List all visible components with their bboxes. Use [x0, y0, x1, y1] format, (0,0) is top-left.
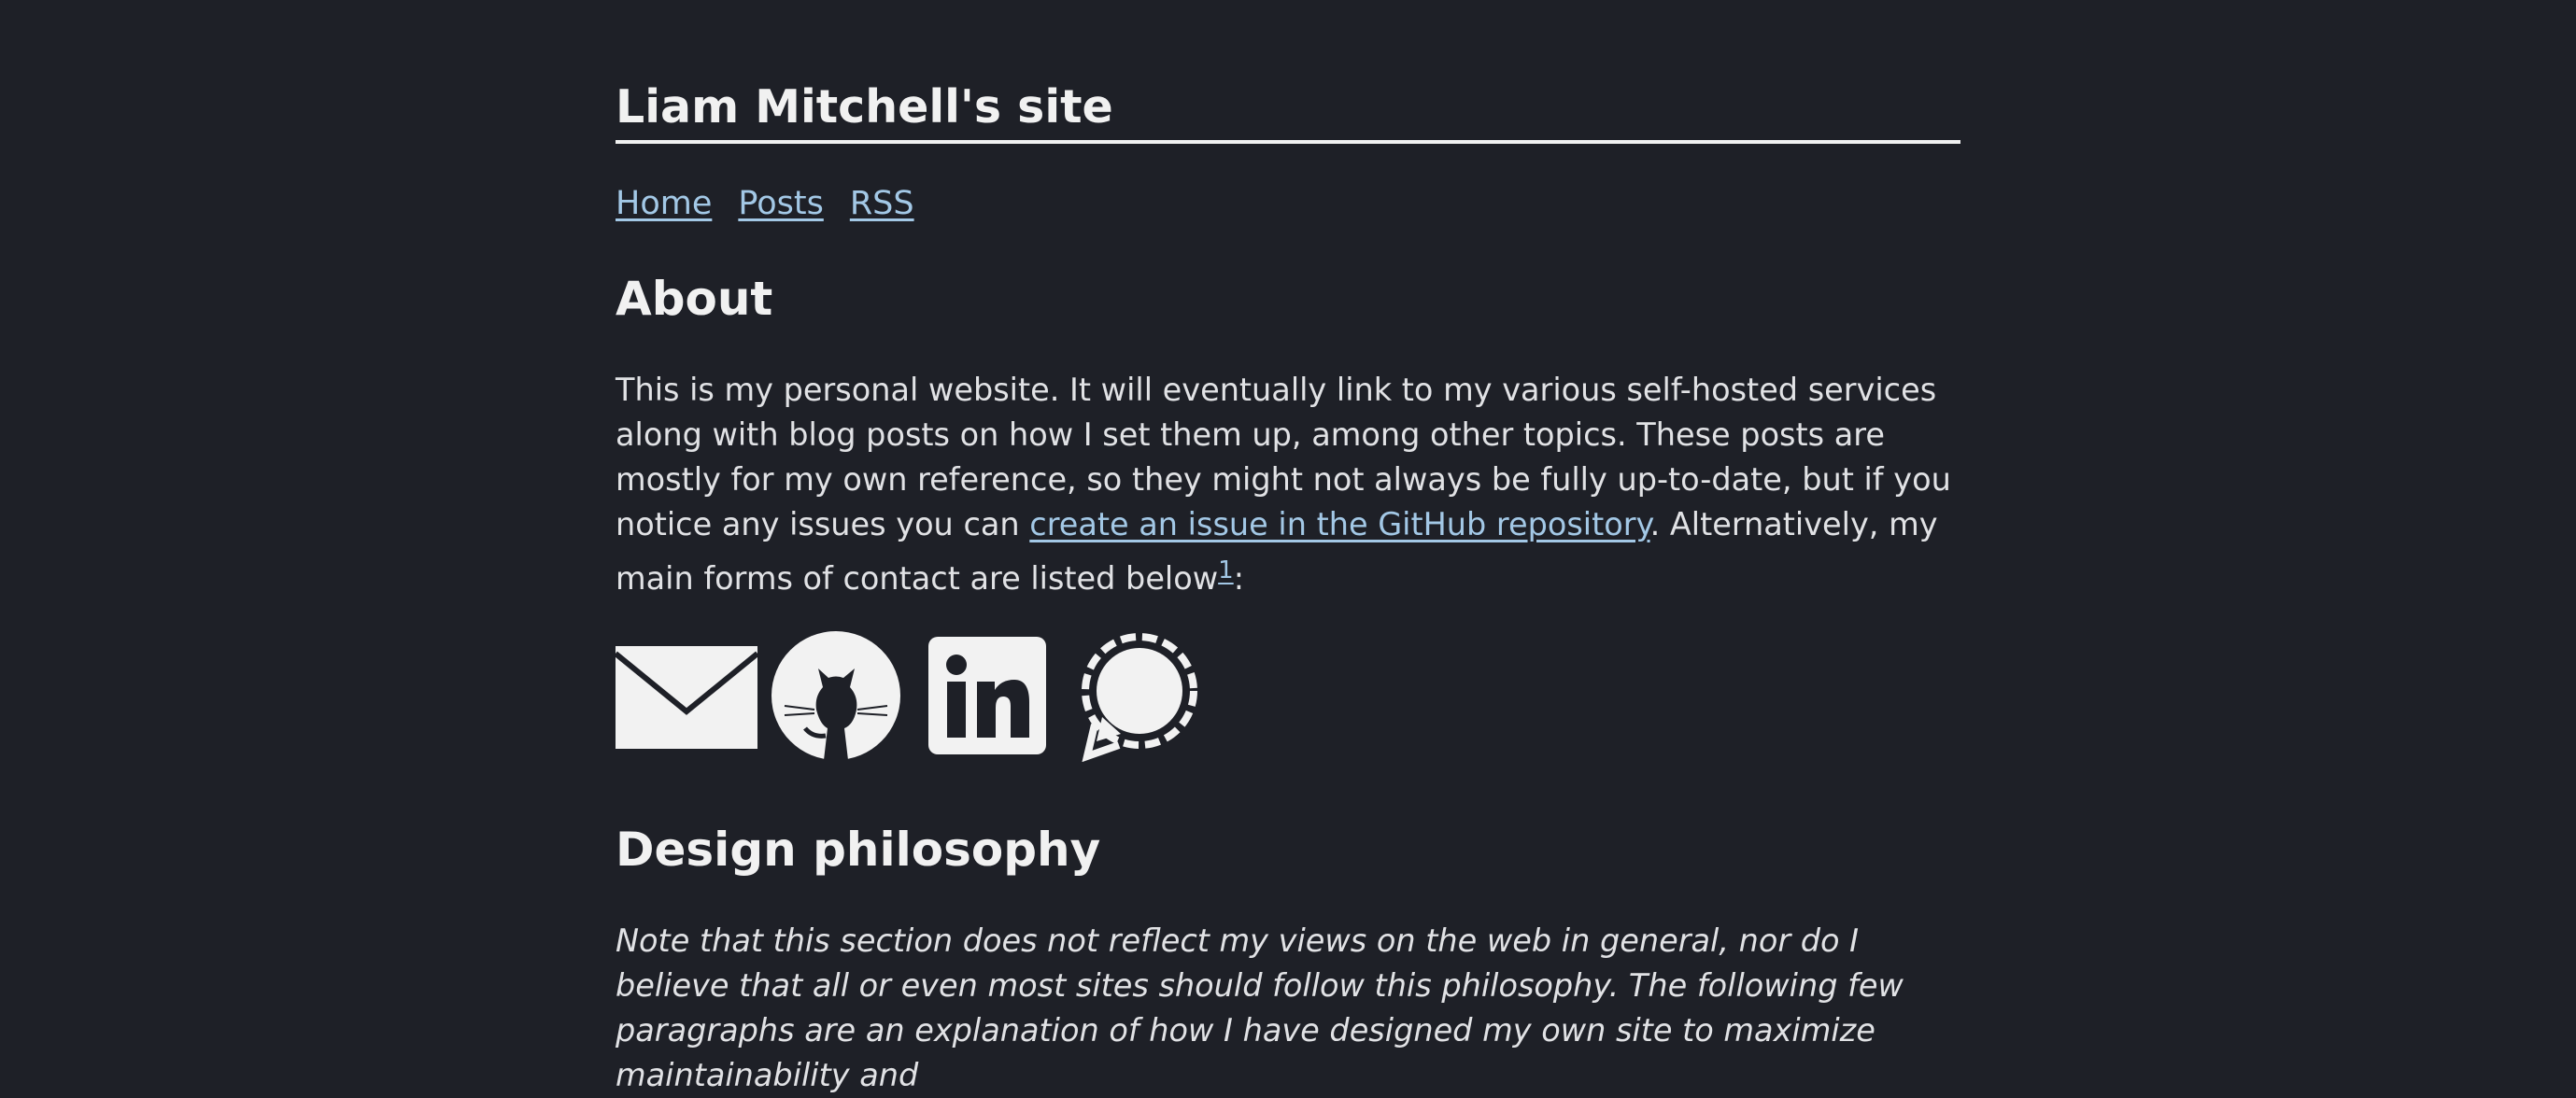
- nav-rss-link[interactable]: RSS: [850, 185, 914, 222]
- signal-icon[interactable]: [1076, 631, 1203, 766]
- footnote-link[interactable]: 1: [1218, 556, 1234, 584]
- main-nav: Home Posts RSS: [616, 182, 941, 225]
- github-icon[interactable]: [771, 631, 900, 764]
- linkedin-icon[interactable]: [928, 637, 1046, 758]
- about-heading: About: [616, 272, 773, 326]
- github-issue-link[interactable]: create an issue in the GitHub repository: [1029, 506, 1649, 542]
- footnote-ref: 1: [1218, 554, 1234, 584]
- nav-home-link[interactable]: Home: [616, 185, 712, 222]
- about-text-end: :: [1233, 560, 1244, 598]
- design-philosophy-heading: Design philosophy: [616, 823, 1101, 877]
- about-paragraph: This is my personal website. It will eve…: [616, 368, 1960, 601]
- email-icon[interactable]: [614, 646, 759, 753]
- nav-posts-link[interactable]: Posts: [738, 185, 823, 222]
- design-philosophy-paragraph: Note that this section does not reflect …: [616, 922, 1904, 1093]
- site-title: Liam Mitchell's site: [616, 80, 1113, 134]
- title-divider: [616, 140, 1960, 144]
